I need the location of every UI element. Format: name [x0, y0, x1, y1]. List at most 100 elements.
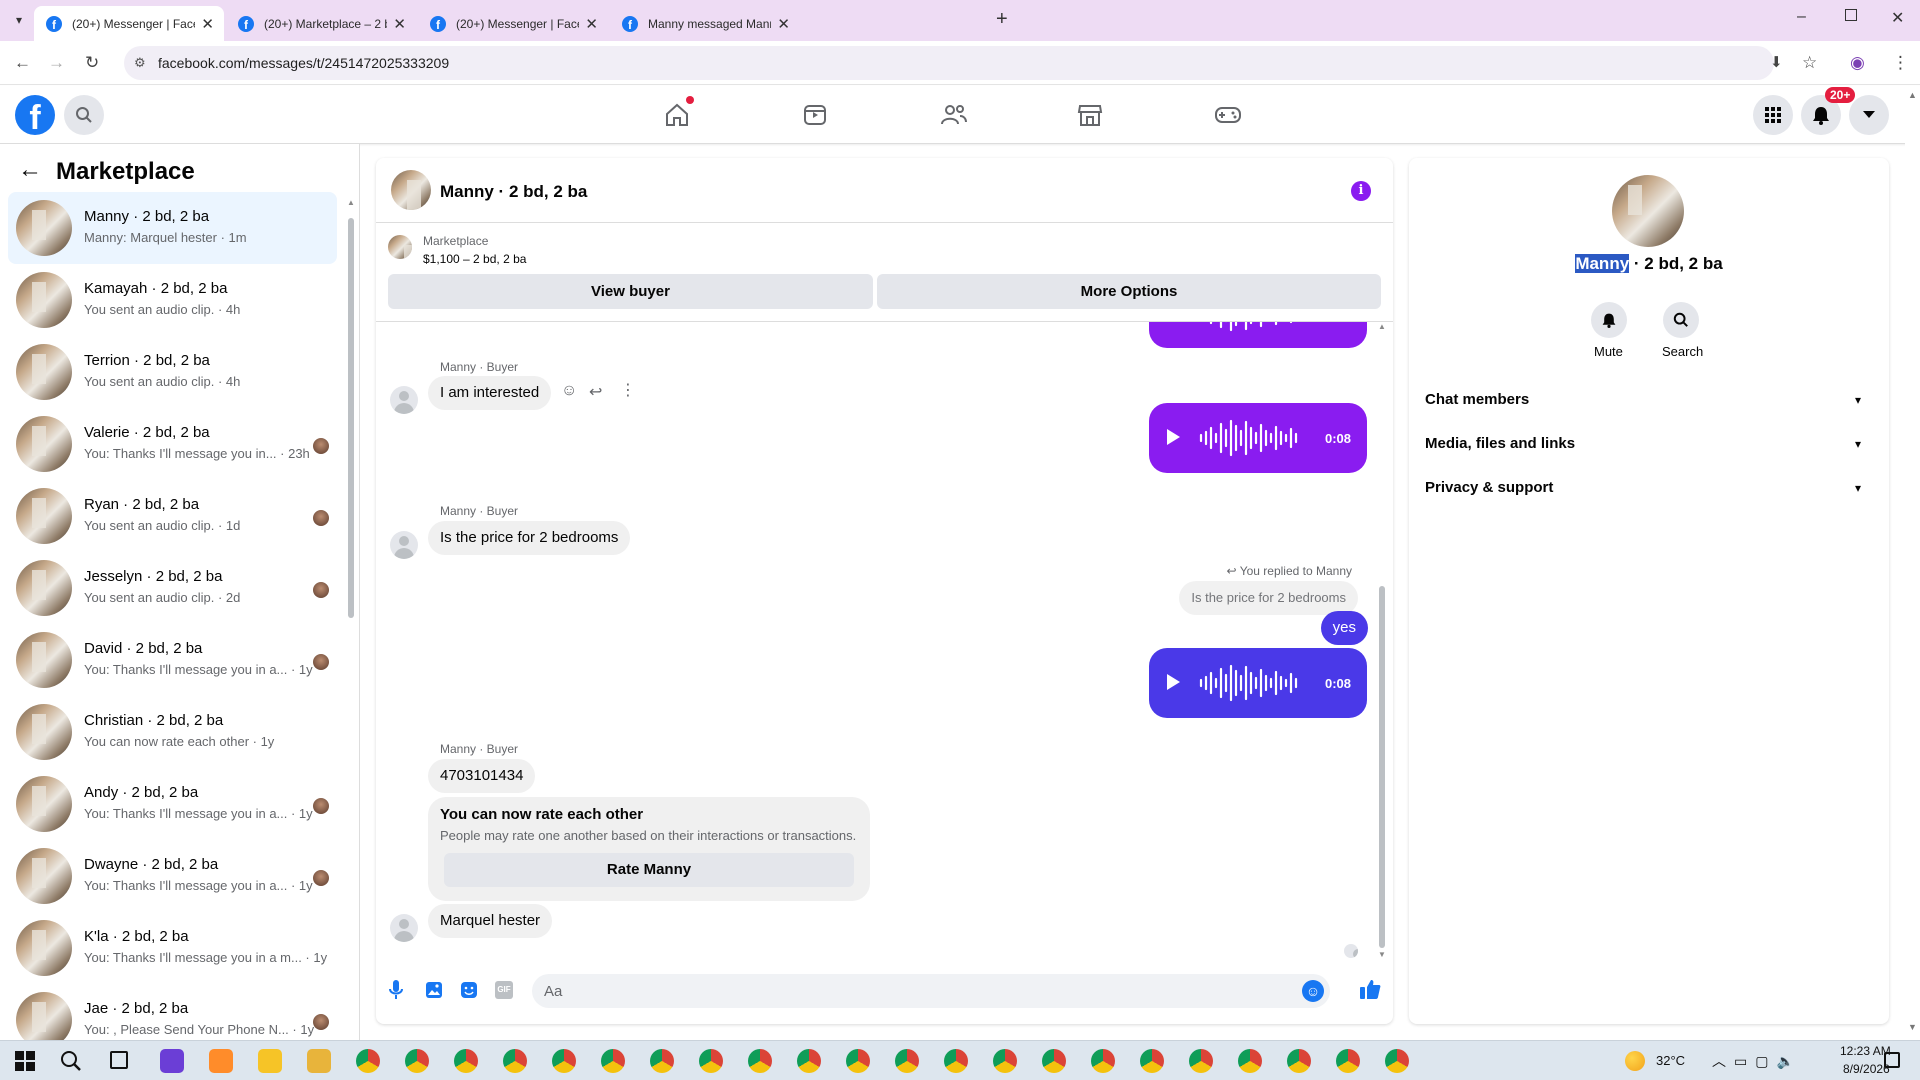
scrollbar[interactable]: ▲: [347, 198, 355, 1006]
notification-center-icon[interactable]: [1884, 1052, 1900, 1068]
reload-icon[interactable]: ↻: [85, 53, 99, 73]
message-bubble[interactable]: Is the price for 2 bedrooms: [428, 521, 631, 555]
chrome-taskbar-icon[interactable]: [1042, 1049, 1066, 1073]
site-info-icon[interactable]: ⚙: [134, 46, 146, 80]
chrome-taskbar-icon[interactable]: [1336, 1049, 1360, 1073]
message-bubble[interactable]: Marquel hester: [428, 904, 553, 938]
chrome-taskbar-icon[interactable]: [650, 1049, 674, 1073]
buyer-avatar[interactable]: [390, 914, 418, 942]
thread-scrollbar[interactable]: ▲ ▼: [1377, 322, 1387, 962]
conversation-item[interactable]: Ryan · 2 bd, 2 ba You sent an audio clip.…: [8, 480, 337, 552]
conversation-item[interactable]: Andy · 2 bd, 2 ba You: Thanks I'll messag…: [8, 768, 337, 840]
emoji-icon[interactable]: ☺: [1302, 980, 1324, 1002]
minimize-button[interactable]: –: [1797, 8, 1806, 26]
close-tab-icon[interactable]: ✕: [585, 15, 598, 33]
message-input[interactable]: Aa ☺: [532, 974, 1330, 1008]
react-icon[interactable]: ☺: [561, 382, 577, 400]
back-arrow-icon[interactable]: ←: [18, 156, 42, 184]
chrome-taskbar-icon[interactable]: [748, 1049, 772, 1073]
search-button[interactable]: [64, 95, 104, 135]
conversation-item[interactable]: Valerie · 2 bd, 2 ba You: Thanks I'll mes…: [8, 408, 337, 480]
chrome-taskbar-icon[interactable]: [503, 1049, 527, 1073]
facebook-logo[interactable]: f: [15, 95, 55, 135]
account-button[interactable]: [1849, 95, 1889, 135]
chrome-taskbar-icon[interactable]: [1385, 1049, 1409, 1073]
chrome-taskbar-icon[interactable]: [699, 1049, 723, 1073]
video-nav-icon[interactable]: [802, 102, 828, 128]
audio-message[interactable]: 0:08: [1149, 648, 1367, 718]
profile-name[interactable]: Manny · 2 bd, 2 ba: [1409, 254, 1889, 274]
chrome-taskbar-icon[interactable]: [797, 1049, 821, 1073]
close-window-button[interactable]: ✕: [1891, 8, 1904, 28]
profile-icon[interactable]: ◉: [1850, 53, 1865, 73]
reply-icon[interactable]: ↩: [589, 382, 602, 402]
restore-button[interactable]: [1845, 9, 1857, 21]
search-conversation-button[interactable]: [1663, 302, 1699, 338]
back-arrow-icon[interactable]: ←: [14, 53, 31, 73]
chrome-taskbar-icon[interactable]: [405, 1049, 429, 1073]
browser-tab-3[interactable]: f (20+) Messenger | Facebook ✕: [418, 6, 608, 41]
taskbar-app-icon[interactable]: [160, 1049, 184, 1073]
chrome-taskbar-icon[interactable]: [993, 1049, 1017, 1073]
audio-message-partial[interactable]: [1149, 322, 1367, 348]
quoted-message[interactable]: Is the price for 2 bedrooms: [1179, 581, 1358, 615]
conversation-item[interactable]: Jae · 2 bd, 2 ba You: , Please Send Your …: [8, 984, 337, 1040]
chrome-taskbar-icon[interactable]: [1091, 1049, 1115, 1073]
task-view-icon[interactable]: [110, 1051, 128, 1069]
sent-message-bubble[interactable]: yes: [1320, 611, 1368, 645]
sticker-icon[interactable]: [460, 981, 478, 999]
home-nav-icon[interactable]: [664, 96, 694, 128]
scrollbar-thumb[interactable]: [1379, 586, 1385, 948]
audio-message[interactable]: 0:08: [1149, 403, 1367, 473]
conversation-item[interactable]: Terrion · 2 bd, 2 ba You sent an audio cl…: [8, 336, 337, 408]
message-bubble[interactable]: I am interested: [428, 376, 552, 410]
more-icon[interactable]: ⋮: [620, 380, 636, 400]
chat-members-section[interactable]: Chat members ▾: [1425, 380, 1875, 420]
play-icon[interactable]: [1167, 429, 1180, 445]
windows-start-icon[interactable]: [15, 1051, 35, 1071]
taskbar-app-icon[interactable]: [258, 1049, 282, 1073]
more-options-button[interactable]: More Options: [877, 274, 1381, 309]
conversation-item[interactable]: Jesselyn · 2 bd, 2 ba You sent an audio c…: [8, 552, 337, 624]
close-tab-icon[interactable]: ✕: [393, 15, 406, 33]
url-field[interactable]: ⚙ facebook.com/messages/t/24514720253332…: [124, 46, 1774, 80]
info-icon[interactable]: i: [1351, 181, 1371, 201]
marketplace-nav-icon[interactable]: [1077, 102, 1103, 128]
install-app-icon[interactable]: ⬇: [1770, 53, 1783, 73]
chrome-taskbar-icon[interactable]: [895, 1049, 919, 1073]
clock-date[interactable]: 8/9/2026: [1843, 1062, 1890, 1076]
profile-avatar[interactable]: [1612, 175, 1684, 247]
buyer-avatar[interactable]: [390, 386, 418, 414]
system-tray-icons[interactable]: ︿▭▢🔈: [1712, 1051, 1802, 1071]
conversation-item[interactable]: Dwayne · 2 bd, 2 ba You: Thanks I'll mess…: [8, 840, 337, 912]
chrome-taskbar-icon[interactable]: [846, 1049, 870, 1073]
chrome-taskbar-icon[interactable]: [356, 1049, 380, 1073]
microphone-icon[interactable]: [389, 980, 403, 1000]
taskbar-app-icon[interactable]: [307, 1049, 331, 1073]
browser-tab-1[interactable]: f (20+) Messenger | Facebook ✕: [34, 6, 224, 41]
listing-thumbnail[interactable]: [388, 235, 412, 259]
browser-menu-icon[interactable]: ⋮: [1892, 53, 1909, 73]
listing-price[interactable]: $1,100 – 2 bd, 2 ba: [423, 252, 526, 266]
chrome-taskbar-icon[interactable]: [1287, 1049, 1311, 1073]
chrome-taskbar-icon[interactable]: [552, 1049, 576, 1073]
chrome-taskbar-icon[interactable]: [1238, 1049, 1262, 1073]
buyer-avatar[interactable]: [390, 531, 418, 559]
scrollbar-thumb[interactable]: [348, 218, 354, 618]
chrome-taskbar-icon[interactable]: [454, 1049, 478, 1073]
forward-arrow-icon[interactable]: →: [48, 53, 65, 73]
browser-tab-4[interactable]: f Manny messaged Manny · 2 bd ✕: [610, 6, 800, 41]
chat-avatar[interactable]: [391, 170, 431, 210]
new-tab-button[interactable]: +: [996, 8, 1008, 31]
conversation-item[interactable]: Christian · 2 bd, 2 ba You can now rate e…: [8, 696, 337, 768]
close-tab-icon[interactable]: ✕: [777, 15, 790, 33]
page-scrollbar[interactable]: ▲ ▼: [1905, 86, 1920, 1040]
privacy-support-section[interactable]: Privacy & support ▾: [1425, 468, 1875, 508]
view-buyer-button[interactable]: View buyer: [388, 274, 873, 309]
weather-icon[interactable]: [1625, 1051, 1645, 1071]
like-thumb-icon[interactable]: [1359, 978, 1381, 1000]
gaming-nav-icon[interactable]: [1214, 102, 1242, 128]
search-icon[interactable]: [60, 1050, 82, 1072]
conversation-item[interactable]: K'la · 2 bd, 2 ba You: Thanks I'll messag…: [8, 912, 337, 984]
bookmark-star-icon[interactable]: ☆: [1802, 53, 1817, 73]
